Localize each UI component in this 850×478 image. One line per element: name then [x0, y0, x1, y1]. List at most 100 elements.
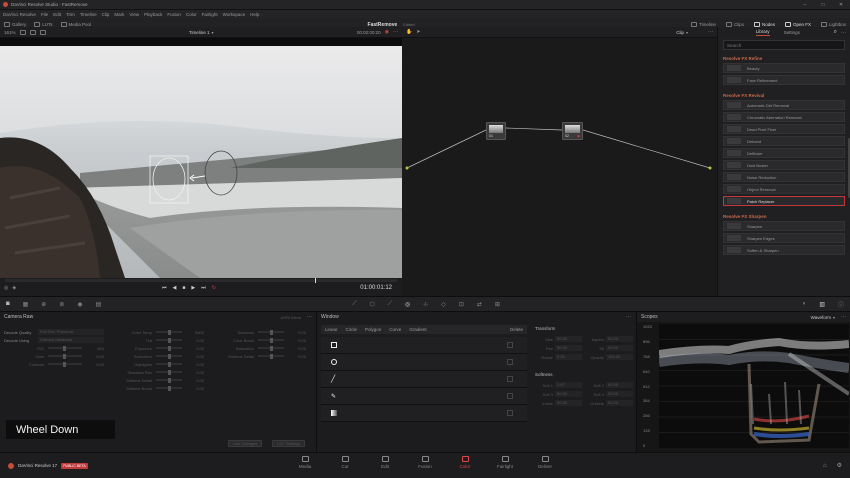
page-tab-cut[interactable]: Cut — [325, 456, 365, 469]
param-slider[interactable] — [156, 353, 182, 359]
param-value-field[interactable]: 50.00 — [606, 391, 633, 397]
node-01[interactable]: 01 — [486, 122, 506, 140]
fx-item-chromatic-aberration[interactable]: Chromatic Aberration Removal — [723, 112, 845, 122]
menu-fusion[interactable]: Fusion — [167, 12, 181, 17]
chevron-down-icon[interactable]: ▾ — [833, 315, 835, 320]
slider-knob-icon[interactable] — [63, 353, 67, 359]
menu-trim[interactable]: Trim — [66, 12, 75, 17]
fx-item-beauty[interactable]: Beauty — [723, 63, 845, 73]
window-row-gradient[interactable] — [321, 405, 527, 422]
maximize-icon[interactable]: □ — [814, 2, 832, 8]
tracker-icon[interactable]: ⊹ — [423, 301, 428, 308]
window-toggle[interactable] — [507, 359, 513, 365]
camera-raw-param-row[interactable]: Shadows Rec 0.00 — [112, 368, 204, 376]
camera-raw-param-row[interactable]: Saturation 0.00 — [214, 344, 306, 352]
page-tab-color[interactable]: Color — [445, 456, 485, 469]
slider-knob-icon[interactable] — [167, 345, 171, 351]
param-slider[interactable] — [258, 337, 284, 343]
transform-param[interactable]: Aspect 50.00 — [586, 336, 633, 342]
wipe-icon[interactable] — [29, 29, 36, 35]
param-value-field[interactable]: 50.00 — [555, 336, 582, 342]
page-tab-fusion[interactable]: Fusion — [405, 456, 445, 469]
chevron-down-icon[interactable]: ▾ — [211, 30, 213, 35]
window-row-polygon[interactable]: ╱ — [321, 371, 527, 388]
page-tab-edit[interactable]: Edit — [365, 456, 405, 469]
play-icon[interactable]: ▶ — [191, 285, 195, 291]
menu-edit[interactable]: Edit — [53, 12, 61, 17]
menu-fairlight[interactable]: Fairlight — [202, 12, 218, 17]
pointer-tool-icon[interactable]: ➤ — [416, 29, 420, 35]
param-value[interactable]: 800 — [82, 346, 104, 351]
viewer-mode-icon[interactable]: ◎ — [4, 285, 8, 291]
camera-raw-param-row[interactable]: Tint 0.00 — [112, 336, 204, 344]
decode-quality-select[interactable]: Full Res. Premium — [38, 329, 104, 335]
camera-raw-param-row[interactable]: ISO 800 — [4, 344, 104, 352]
param-value[interactable]: 0.00 — [284, 330, 306, 335]
slider-knob-icon[interactable] — [167, 329, 171, 335]
param-slider[interactable] — [48, 361, 82, 367]
param-slider[interactable] — [156, 361, 182, 367]
param-value[interactable]: 0.00 — [284, 346, 306, 351]
decode-using-select[interactable]: Camera Metadata — [38, 337, 104, 343]
menu-help[interactable]: Help — [250, 12, 259, 17]
slider-knob-icon[interactable] — [269, 345, 273, 351]
scrub-bar[interactable] — [5, 278, 397, 283]
section-revival[interactable]: Resolve FX Revival — [723, 93, 850, 98]
viewer-options-icon[interactable] — [19, 29, 26, 35]
color-warper-icon[interactable]: ⬡ — [369, 301, 374, 308]
fx-item-deband[interactable]: Deband — [723, 136, 845, 146]
curves-icon[interactable]: ⟋ — [352, 301, 356, 308]
transform-param[interactable]: Pan 50.00 — [535, 345, 582, 351]
stop-icon[interactable]: ■ — [182, 285, 185, 291]
window-row-curve[interactable]: ✎ — [321, 388, 527, 405]
more-icon[interactable]: ··· — [626, 314, 631, 320]
param-value[interactable]: 0.00 — [182, 338, 204, 343]
minimize-icon[interactable]: – — [796, 2, 814, 8]
close-icon[interactable]: ✕ — [832, 2, 850, 8]
softness-param[interactable]: Soft 1 2.67 — [535, 382, 582, 388]
param-slider[interactable] — [156, 329, 182, 335]
slider-knob-icon[interactable] — [269, 353, 273, 359]
camera-raw-param-row[interactable]: Color Boost 0.00 — [214, 336, 306, 344]
slider-knob-icon[interactable] — [167, 369, 171, 375]
menu-workspace[interactable]: Workspace — [223, 12, 245, 17]
param-value[interactable]: 5600 — [182, 330, 204, 335]
node-editor[interactable]: 01 02 ◆ — [402, 38, 717, 296]
audio-icon[interactable]: ◈ — [12, 285, 16, 291]
key-icon[interactable]: ⇄ — [477, 301, 482, 308]
transform-param[interactable]: Tilt 50.00 — [586, 345, 633, 351]
tool-linear[interactable]: Linear — [325, 327, 338, 332]
3d-icon[interactable]: ◐ — [803, 301, 807, 307]
camera-raw-param-row[interactable]: Contrast 0.00 — [4, 360, 104, 368]
fx-item-sharpen-edges[interactable]: Sharpen Edges — [723, 233, 845, 243]
param-slider[interactable] — [258, 329, 284, 335]
param-value-field[interactable]: 50.00 — [555, 345, 582, 351]
softness-param[interactable]: Inside 50.00 — [535, 400, 582, 406]
fx-item-face-refinement[interactable]: Face Refinement — [723, 75, 845, 85]
tool-gradient[interactable]: Gradient — [409, 327, 426, 332]
param-value-field[interactable]: 0.00 — [555, 354, 582, 360]
blur-icon[interactable]: ⊡ — [459, 301, 464, 308]
fx-item-noise-reduction[interactable]: Noise Reduction — [723, 172, 845, 182]
param-value-field[interactable]: 50.00 — [606, 400, 633, 406]
magic-mask-icon[interactable]: ◇ — [441, 301, 446, 308]
param-value-field[interactable]: 50.00 — [606, 382, 633, 388]
chevron-down-icon[interactable]: ▾ — [686, 30, 688, 35]
rgb-mixer-icon[interactable]: ⊛ — [59, 301, 64, 308]
page-tab-fairlight[interactable]: Fairlight — [485, 456, 525, 469]
tab-library[interactable]: Library — [755, 29, 770, 36]
param-value-field[interactable]: 100.00 — [606, 354, 633, 360]
param-value-field[interactable]: 50.00 — [606, 345, 633, 351]
param-value-field[interactable]: 2.67 — [555, 382, 582, 388]
camera-raw-param-row[interactable]: Saturation 0.00 — [112, 352, 204, 360]
home-icon[interactable]: ⌂ — [823, 463, 827, 469]
loop-icon[interactable]: ↻ — [212, 285, 216, 291]
scope-mode-dropdown[interactable]: Waveform — [811, 315, 831, 320]
menu-color[interactable]: Color — [186, 12, 197, 17]
menu-mark[interactable]: Mark — [114, 12, 124, 17]
param-slider[interactable] — [156, 337, 182, 343]
more-icon[interactable]: ··· — [307, 314, 312, 320]
skip-start-icon[interactable]: ⏮ — [162, 285, 167, 291]
section-sharpen[interactable]: Resolve FX Sharpen — [723, 214, 850, 219]
node-mode-dropdown[interactable]: Clip — [676, 30, 684, 35]
